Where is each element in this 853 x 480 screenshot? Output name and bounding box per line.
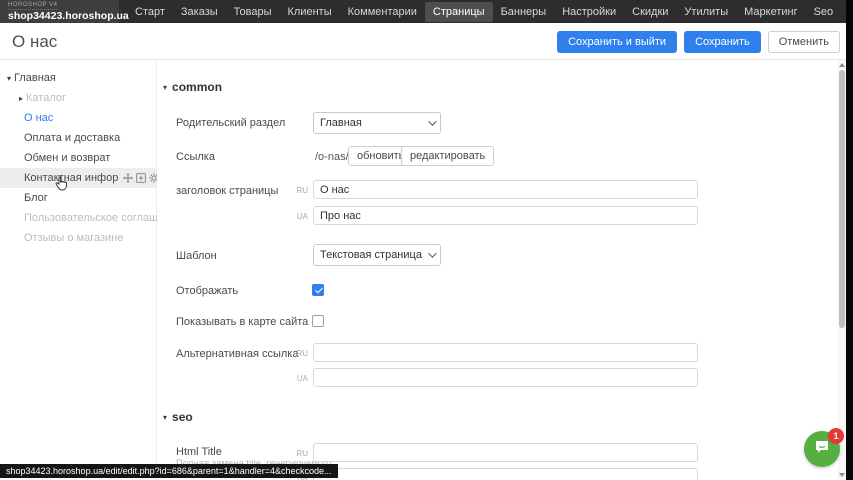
tree-item-soglashenie[interactable]: Пользовательское соглашение <box>0 208 156 228</box>
chevron-down-icon: ▾ <box>163 83 167 92</box>
lang-ua-tag: UA <box>294 374 308 383</box>
html-title-ua-input[interactable] <box>313 468 698 480</box>
section-seo-toggle[interactable]: ▾ seo <box>163 410 193 424</box>
nav-orders[interactable]: Заказы <box>173 2 226 22</box>
nav-pages[interactable]: Страницы <box>425 2 493 22</box>
tree-item-label: О нас <box>24 112 53 124</box>
chevron-down-icon <box>428 249 436 257</box>
topbar: HOROSHOP V4 shop34423.horoshop.ua Старт … <box>0 0 853 23</box>
tree-item-label: Каталог <box>26 92 66 104</box>
scrollbar-thumb[interactable] <box>839 70 845 328</box>
page-heading-label: заголовок страницы <box>176 185 278 197</box>
tree-item-label: Блог <box>24 192 48 204</box>
section-seo-title: seo <box>172 410 193 424</box>
lang-ru-tag: RU <box>294 449 308 458</box>
tree-item-blog[interactable]: Блог <box>0 188 156 208</box>
save-and-exit-button[interactable]: Сохранить и выйти <box>557 31 677 53</box>
alt-link-ru-input[interactable] <box>313 343 698 362</box>
cancel-button[interactable]: Отменить <box>768 31 840 53</box>
lang-ru-tag: RU <box>294 186 308 195</box>
vertical-scrollbar[interactable] <box>838 60 846 480</box>
page-title: О нас <box>12 32 57 52</box>
tree-item-glavnaya[interactable]: ▾ Главная <box>0 68 156 88</box>
link-label: Ссылка <box>176 151 215 163</box>
alt-link-ua-input[interactable] <box>313 368 698 387</box>
page-heading-ua-input[interactable] <box>313 206 698 225</box>
tree-item-label: Главная <box>14 72 56 84</box>
chat-bubble-icon <box>813 438 831 461</box>
nav-seo[interactable]: Seo <box>806 2 842 22</box>
chevron-down-icon: ▾ <box>163 413 167 422</box>
section-common-title: common <box>172 80 222 94</box>
tree-item-katalog[interactable]: ▸ Каталог <box>0 88 156 108</box>
parent-section-value: Главная <box>320 117 362 129</box>
chevron-down-icon[interactable]: ▾ <box>4 74 14 83</box>
app-root: HOROSHOP V4 shop34423.horoshop.ua Старт … <box>0 0 853 480</box>
section-common-toggle[interactable]: ▾ common <box>163 80 222 94</box>
sitemap-checkbox[interactable] <box>312 315 324 327</box>
page-header: О нас Сохранить и выйти Сохранить Отмени… <box>0 23 853 60</box>
parent-section-select[interactable]: Главная <box>313 112 441 134</box>
nav-utilities[interactable]: Утилиты <box>676 2 736 22</box>
move-icon[interactable] <box>123 173 133 183</box>
tree-item-label: Оплата и доставка <box>24 132 120 144</box>
link-edit-button[interactable]: редактировать <box>401 146 494 166</box>
link-path-value: /o-nas/ <box>315 151 349 163</box>
screen-edge-strip <box>846 0 853 480</box>
nav-discounts[interactable]: Скидки <box>624 2 676 22</box>
logo-domain: shop34423.horoshop.ua <box>8 10 113 22</box>
tree-item-kontaktnaya[interactable]: Контактная инфор <box>0 168 156 188</box>
logo-version: HOROSHOP V4 <box>8 2 57 10</box>
chat-unread-badge: 1 <box>828 428 844 444</box>
display-label: Отображать <box>176 285 238 297</box>
nav-start[interactable]: Старт <box>127 2 173 22</box>
chevron-down-icon <box>428 117 436 125</box>
tree-item-label: Контактная инфор <box>24 172 118 184</box>
chevron-right-icon[interactable]: ▸ <box>16 94 26 103</box>
sitemap-label: Показывать в карте сайта <box>176 316 308 328</box>
save-button[interactable]: Сохранить <box>684 31 761 53</box>
pages-tree-sidebar: ▾ Главная ▸ Каталог О нас Оплата и доста… <box>0 60 157 480</box>
tree-item-otzyvy[interactable]: Отзывы о магазине <box>0 228 156 248</box>
logo[interactable]: HOROSHOP V4 shop34423.horoshop.ua <box>0 0 119 23</box>
lang-ua-tag: UA <box>294 212 308 221</box>
tree-item-o-nas[interactable]: О нас <box>0 108 156 128</box>
main-nav: Старт Заказы Товары Клиенты Комментарии … <box>127 0 853 23</box>
html-title-ru-input[interactable] <box>313 443 698 462</box>
alt-link-label: Альтернативная ссылка <box>176 348 298 360</box>
link-preview-statusbar: shop34423.horoshop.ua/edit/edit.php?id=6… <box>0 464 338 478</box>
tree-item-oplata[interactable]: Оплата и доставка <box>0 128 156 148</box>
nav-marketing[interactable]: Маркетинг <box>736 2 805 22</box>
add-page-icon[interactable] <box>136 173 146 183</box>
template-value: Текстовая страница <box>320 249 422 261</box>
display-checkbox[interactable] <box>312 284 324 296</box>
template-label: Шаблон <box>176 250 217 262</box>
scroll-up-arrow-icon[interactable] <box>839 63 845 67</box>
template-select[interactable]: Текстовая страница <box>313 244 441 266</box>
nav-clients[interactable]: Клиенты <box>280 2 340 22</box>
tree-item-label: Обмен и возврат <box>24 152 110 164</box>
header-actions: Сохранить и выйти Сохранить Отменить <box>557 31 840 53</box>
tree-item-obmen[interactable]: Обмен и возврат <box>0 148 156 168</box>
page-heading-ru-input[interactable] <box>313 180 698 199</box>
scroll-down-arrow-icon[interactable] <box>839 473 845 477</box>
parent-section-label: Родительский раздел <box>176 117 285 129</box>
nav-products[interactable]: Товары <box>226 2 280 22</box>
page-edit-form: ▾ common Родительский раздел Главная Ссы… <box>157 60 838 480</box>
nav-comments[interactable]: Комментарии <box>340 2 425 22</box>
nav-settings[interactable]: Настройки <box>554 2 624 22</box>
html-title-label: Html Title <box>176 446 222 458</box>
tree-item-label: Отзывы о магазине <box>24 232 123 244</box>
lang-ru-tag: RU <box>294 349 308 358</box>
nav-banners[interactable]: Баннеры <box>493 2 555 22</box>
